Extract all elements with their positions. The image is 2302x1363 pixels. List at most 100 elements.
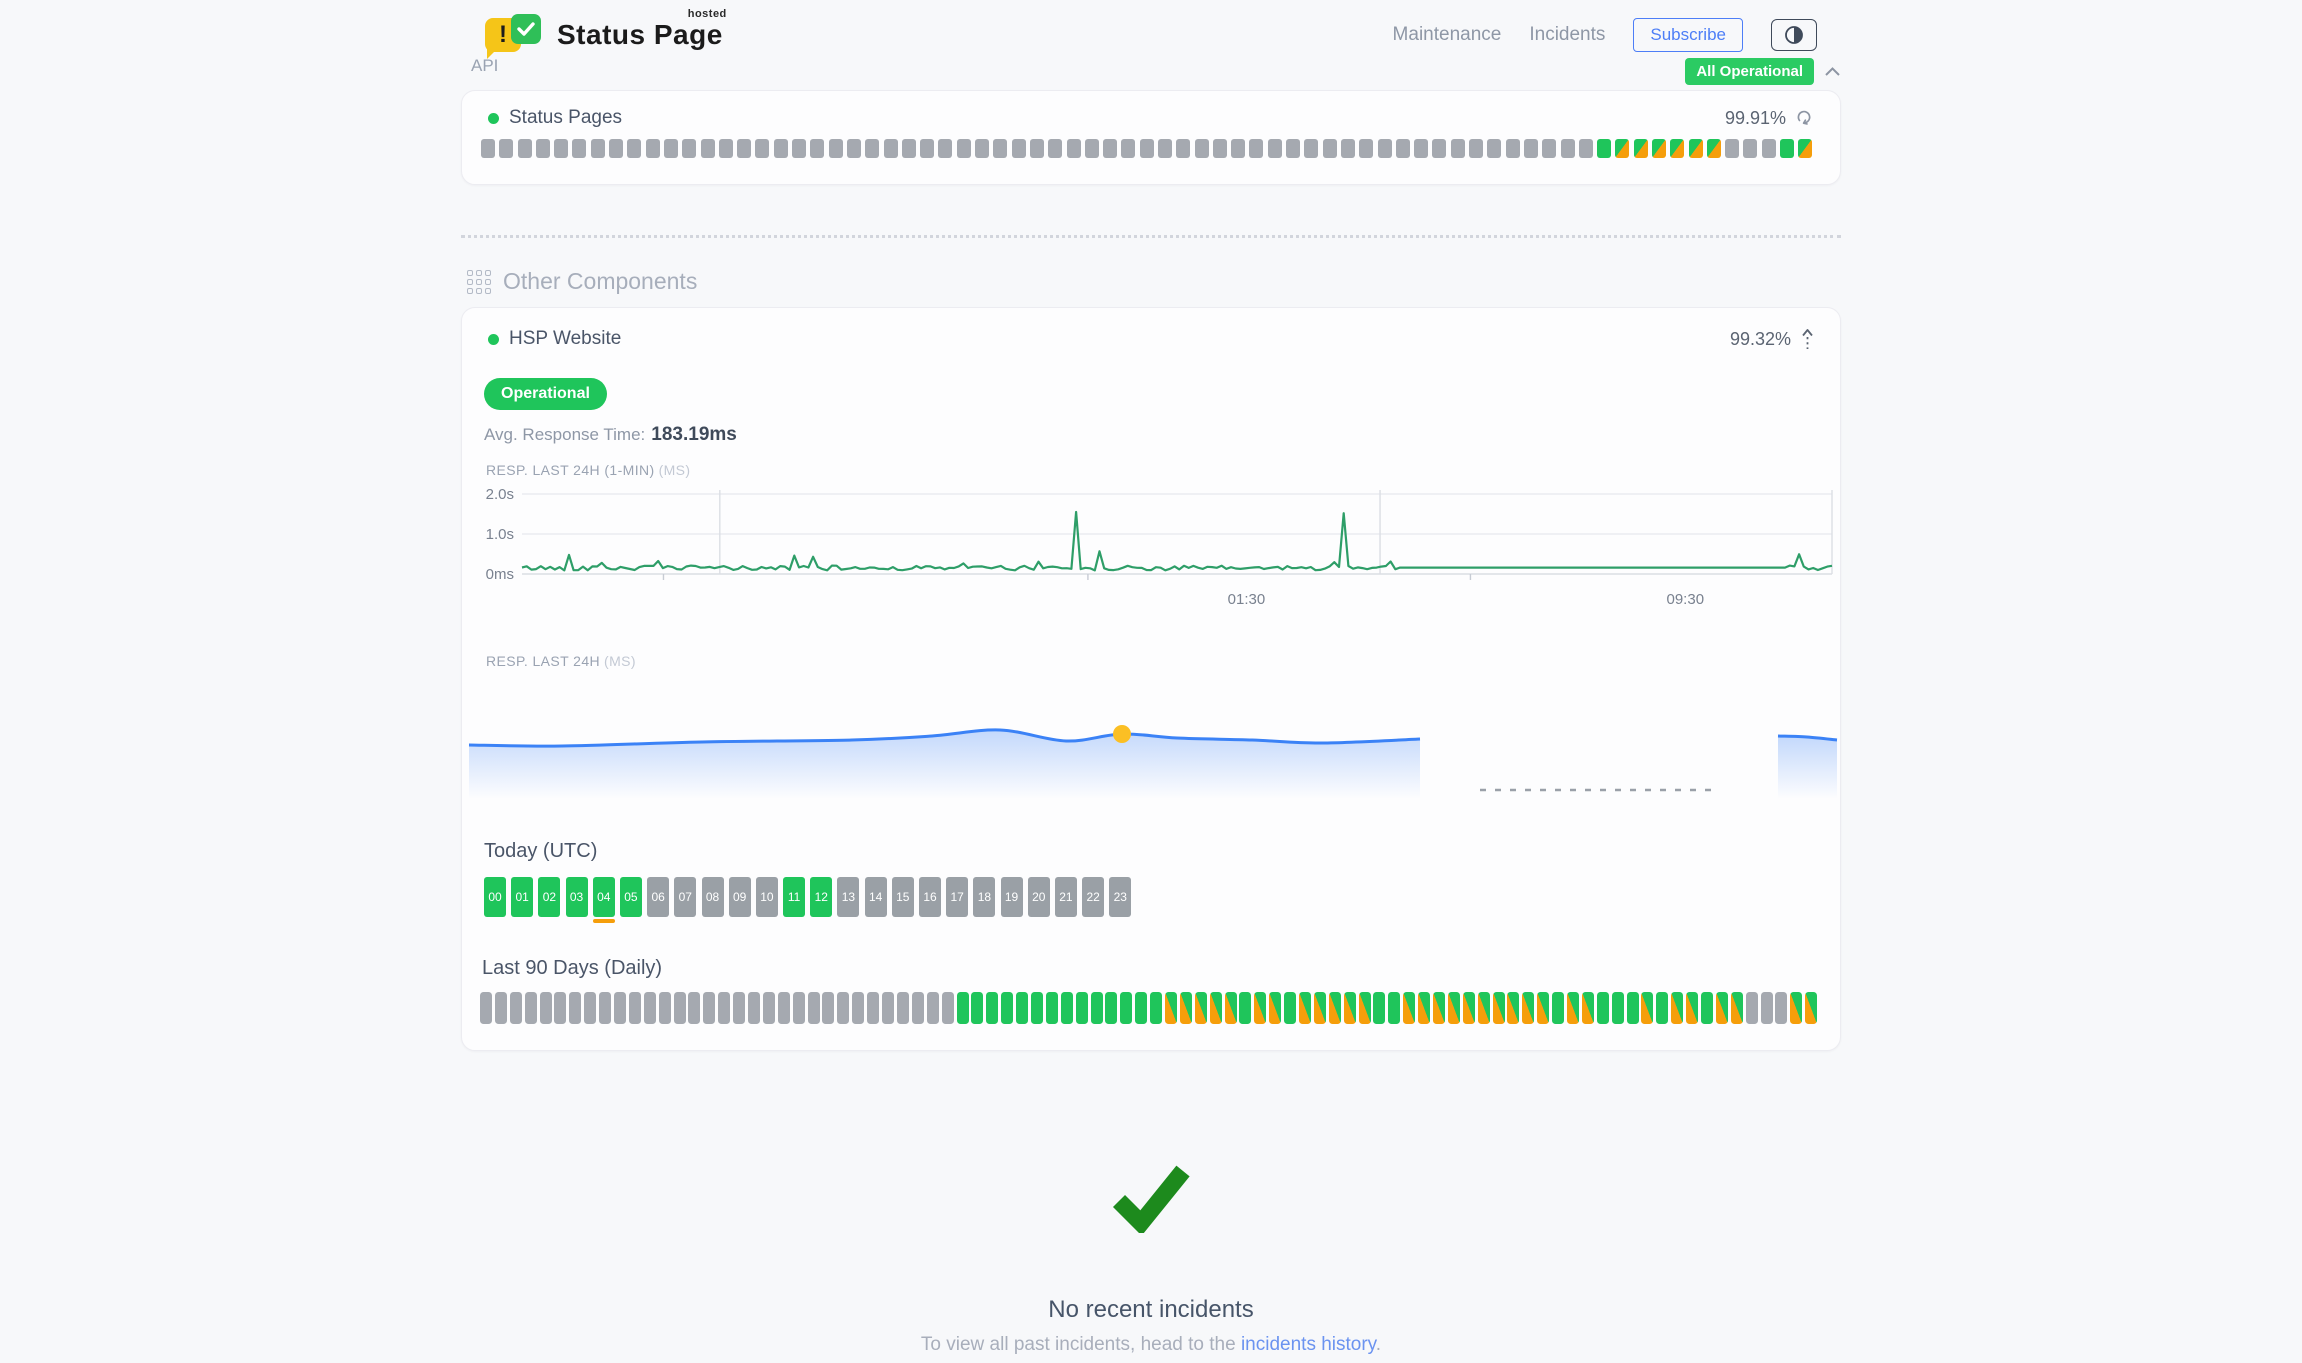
nav-incidents[interactable]: Incidents xyxy=(1529,24,1605,46)
uptime-bar-up[interactable] xyxy=(1061,992,1073,1024)
uptime-bar-none[interactable] xyxy=(540,992,552,1024)
hour-block-09[interactable]: 09 xyxy=(729,877,751,917)
uptime-bar-none[interactable] xyxy=(975,139,989,158)
uptime-bar-up[interactable] xyxy=(1135,992,1147,1024)
uptime-bar-none[interactable] xyxy=(572,139,586,158)
brand-logo[interactable]: ! hosted Status Page xyxy=(485,14,723,56)
uptime-bar-mixed[interactable] xyxy=(1463,992,1475,1024)
uptime-bar-none[interactable] xyxy=(1762,139,1776,158)
uptime-bar-up[interactable] xyxy=(1373,992,1385,1024)
uptime-bar-up[interactable] xyxy=(957,992,969,1024)
uptime-bar-none[interactable] xyxy=(1743,139,1757,158)
uptime-bar-mixed[interactable] xyxy=(1478,992,1490,1024)
uptime-bar-none[interactable] xyxy=(584,992,596,1024)
uptime-bar-none[interactable] xyxy=(1725,139,1739,158)
uptime-bar-none[interactable] xyxy=(1121,139,1135,158)
uptime-bar-none[interactable] xyxy=(942,992,954,1024)
uptime-bar-none[interactable] xyxy=(518,139,532,158)
uptime-bar-mixed[interactable] xyxy=(1716,992,1728,1024)
hour-block-21[interactable]: 21 xyxy=(1055,877,1077,917)
uptime-bar-none[interactable] xyxy=(778,992,790,1024)
uptime-bar-up[interactable] xyxy=(1016,992,1028,1024)
collapse-up-arrow-icon[interactable] xyxy=(1801,328,1814,351)
uptime-bar-none[interactable] xyxy=(884,139,898,158)
uptime-bar-none[interactable] xyxy=(1524,139,1538,158)
uptime-bar-none[interactable] xyxy=(882,992,894,1024)
uptime-bar-mixed[interactable] xyxy=(1210,992,1222,1024)
uptime-bar-none[interactable] xyxy=(1746,992,1758,1024)
uptime-bar-up[interactable] xyxy=(1552,992,1564,1024)
uptime-bar-mixed[interactable] xyxy=(1165,992,1177,1024)
uptime-bar-up[interactable] xyxy=(1284,992,1296,1024)
uptime-bar-mixed[interactable] xyxy=(1707,139,1721,158)
uptime-bar-up[interactable] xyxy=(1150,992,1162,1024)
uptime-bar-none[interactable] xyxy=(793,992,805,1024)
uptime-bar-none[interactable] xyxy=(1286,139,1300,158)
uptime-bar-none[interactable] xyxy=(763,992,775,1024)
uptime-bar-none[interactable] xyxy=(1030,139,1044,158)
uptime-bar-none[interactable] xyxy=(755,139,769,158)
uptime-bar-up[interactable] xyxy=(1046,992,1058,1024)
uptime-bar-none[interactable] xyxy=(614,992,626,1024)
hour-block-01[interactable]: 01 xyxy=(511,877,533,917)
uptime-bar-mixed[interactable] xyxy=(1522,992,1534,1024)
uptime-bar-none[interactable] xyxy=(627,139,641,158)
uptime-bar-none[interactable] xyxy=(1213,139,1227,158)
hour-block-10[interactable]: 10 xyxy=(756,877,778,917)
uptime-bar-none[interactable] xyxy=(569,992,581,1024)
uptime-bar-none[interactable] xyxy=(748,992,760,1024)
uptime-bar-none[interactable] xyxy=(481,139,495,158)
uptime-bar-none[interactable] xyxy=(1323,139,1337,158)
uptime-bar-none[interactable] xyxy=(480,992,492,1024)
uptime-bar-up[interactable] xyxy=(1597,992,1609,1024)
uptime-bar-none[interactable] xyxy=(701,139,715,158)
uptime-bar-none[interactable] xyxy=(659,992,671,1024)
uptime-bar-mixed[interactable] xyxy=(1686,992,1698,1024)
uptime-bar-mixed[interactable] xyxy=(1493,992,1505,1024)
uptime-bar-none[interactable] xyxy=(599,992,611,1024)
uptime-bar-none[interactable] xyxy=(1396,139,1410,158)
uptime-bar-none[interactable] xyxy=(1775,992,1787,1024)
uptime-bar-mixed[interactable] xyxy=(1225,992,1237,1024)
uptime-bar-mixed[interactable] xyxy=(1615,139,1629,158)
uptime-bar-none[interactable] xyxy=(1304,139,1318,158)
uptime-bar-mixed[interactable] xyxy=(1634,139,1648,158)
uptime-bar-mixed[interactable] xyxy=(1689,139,1703,158)
uptime-bar-none[interactable] xyxy=(703,992,715,1024)
hour-block-04[interactable]: 04 xyxy=(593,877,615,917)
hour-block-00[interactable]: 00 xyxy=(484,877,506,917)
uptime-bar-none[interactable] xyxy=(1542,139,1556,158)
uptime-bar-up[interactable] xyxy=(986,992,998,1024)
uptime-bar-none[interactable] xyxy=(1158,139,1172,158)
uptime-bar-none[interactable] xyxy=(1140,139,1154,158)
uptime-bar-none[interactable] xyxy=(1176,139,1190,158)
uptime-bar-none[interactable] xyxy=(591,139,605,158)
uptime-bar-none[interactable] xyxy=(499,139,513,158)
uptime-bar-mixed[interactable] xyxy=(1567,992,1579,1024)
theme-toggle-button[interactable] xyxy=(1771,19,1817,51)
uptime-bar-none[interactable] xyxy=(829,139,843,158)
uptime-bar-none[interactable] xyxy=(1487,139,1501,158)
uptime-bar-up[interactable] xyxy=(1076,992,1088,1024)
uptime-bar-none[interactable] xyxy=(897,992,909,1024)
uptime-bar-mixed[interactable] xyxy=(1299,992,1311,1024)
hour-block-20[interactable]: 20 xyxy=(1028,877,1050,917)
uptime-bar-none[interactable] xyxy=(510,992,522,1024)
uptime-bar-none[interactable] xyxy=(1067,139,1081,158)
uptime-bar-up[interactable] xyxy=(1701,992,1713,1024)
uptime-bar-none[interactable] xyxy=(719,139,733,158)
uptime-bar-none[interactable] xyxy=(609,139,623,158)
hour-block-03[interactable]: 03 xyxy=(566,877,588,917)
hour-block-23[interactable]: 23 xyxy=(1109,877,1131,917)
uptime-bar-none[interactable] xyxy=(629,992,641,1024)
uptime-bar-none[interactable] xyxy=(912,992,924,1024)
uptime-bar-none[interactable] xyxy=(1414,139,1428,158)
hour-block-07[interactable]: 07 xyxy=(674,877,696,917)
uptime-bar-mixed[interactable] xyxy=(1418,992,1430,1024)
uptime-bar-none[interactable] xyxy=(902,139,916,158)
hour-block-02[interactable]: 02 xyxy=(538,877,560,917)
uptime-bar-up[interactable] xyxy=(1001,992,1013,1024)
hour-block-15[interactable]: 15 xyxy=(892,877,914,917)
hour-block-13[interactable]: 13 xyxy=(837,877,859,917)
hour-block-22[interactable]: 22 xyxy=(1082,877,1104,917)
